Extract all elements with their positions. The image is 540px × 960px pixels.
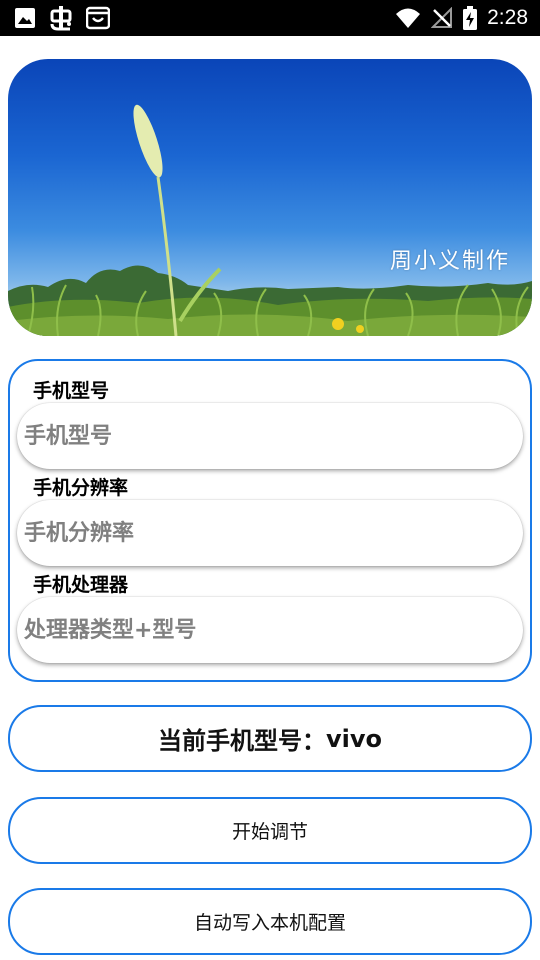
processor-input[interactable] (17, 597, 523, 663)
battery-charging-icon (463, 6, 478, 30)
banner-image: 周小义制作 (8, 59, 532, 336)
start-adjust-label: 开始调节 (231, 821, 308, 843)
config-form-card: 手机型号 手机分辨率 手机处理器 (8, 359, 532, 682)
status-time: 2:28 (487, 6, 528, 29)
auto-write-config-label: 自动写入本机配置 (193, 912, 346, 934)
image-icon (14, 7, 36, 29)
current-model-display: 当前手机型号： vivo (8, 705, 532, 772)
no-signal-icon (431, 7, 453, 29)
model-input[interactable] (17, 403, 523, 469)
start-adjust-button[interactable]: 开始调节 (8, 797, 532, 864)
processor-label: 手机处理器 (33, 574, 129, 596)
model-label: 手机型号 (33, 380, 110, 402)
current-model-value: vivo (325, 724, 382, 753)
auto-write-config-button[interactable]: 自动写入本机配置 (8, 888, 532, 955)
bug-app-icon (48, 5, 74, 31)
resolution-input[interactable] (17, 500, 523, 566)
shopping-bag-icon (86, 6, 110, 30)
wifi-icon (395, 7, 421, 29)
current-model-prefix: 当前手机型号： (157, 727, 326, 755)
status-bar: 2:28 (0, 0, 540, 36)
resolution-label: 手机分辨率 (33, 477, 129, 499)
banner-credit-text: 周小义制作 (389, 249, 510, 274)
